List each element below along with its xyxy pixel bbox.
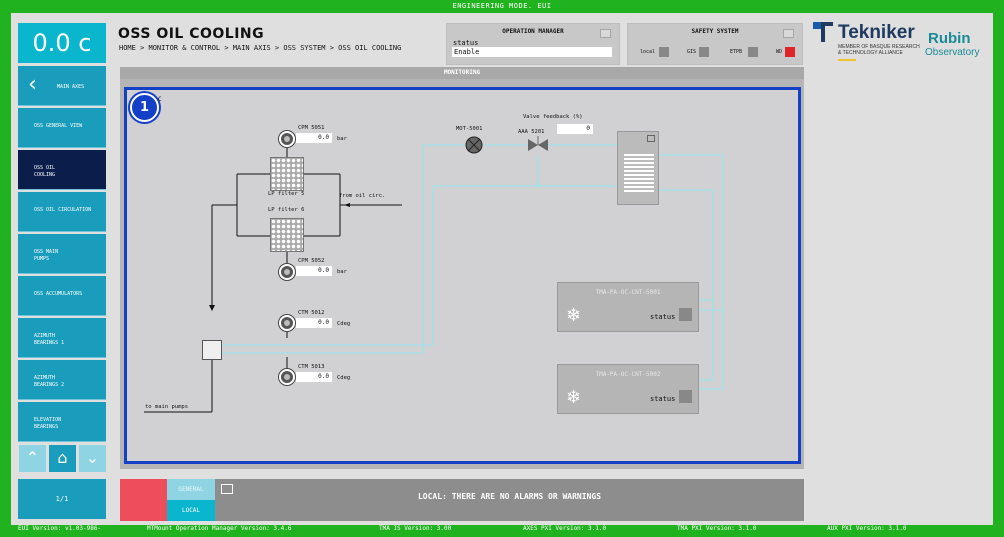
- piping-diagram: [144, 136, 724, 413]
- temperature-gauge-icon: [279, 369, 295, 385]
- lp-filter-5-icon: [270, 157, 304, 191]
- tab-general[interactable]: GENERAL: [167, 479, 215, 500]
- ctm-5012-value: 0.0: [296, 318, 332, 328]
- heat-exchanger-icon: [624, 154, 654, 192]
- aux-pxi-version: AUX PXI Version: 3.1.0: [827, 525, 907, 532]
- axes-pxi-version: AXES PXI Version: 3.1.0: [523, 525, 607, 532]
- valve-icon: [528, 136, 548, 151]
- lp-filter-6-icon: [270, 218, 304, 252]
- heat-exchanger-small-icon: [202, 340, 222, 360]
- cpm-5052-label: CPM 5052: [298, 258, 325, 264]
- to-main-pumps-label: to main pumps: [145, 404, 189, 410]
- eui-version: EUI Version: v1.03-986-: [18, 525, 102, 532]
- lp-filter-5-label: LP filter 5: [268, 191, 305, 197]
- cpm-5051-value: 0.0: [296, 133, 332, 143]
- motor-icon: [465, 136, 483, 154]
- flow-arrow-icon: [344, 203, 350, 207]
- temperature-gauge-icon: [279, 315, 295, 331]
- valve-label: AAA 5201: [518, 129, 545, 135]
- snowflake-icon: ❄: [566, 387, 582, 408]
- flow-arrow-icon: [536, 180, 540, 186]
- tab-local[interactable]: LOCAL: [167, 500, 215, 521]
- pressure-gauge-icon: [279, 131, 295, 147]
- flow-arrow-icon: [209, 305, 215, 311]
- motor-label: MOT-5001: [456, 126, 483, 132]
- chiller-status-indicator: [679, 390, 692, 403]
- corner-label: C: [158, 96, 162, 103]
- diagram-number-badge: 1: [130, 93, 159, 122]
- version-footer: EUI Version: v1.03-986- MTMount Operatio…: [0, 525, 1004, 537]
- ctm-5012-label: CTM 5012: [298, 310, 325, 316]
- snowflake-icon: ❄: [566, 305, 582, 326]
- mtmount-version: MTMount Operation Manager Version: 3.4.6: [147, 525, 292, 532]
- chiller-5001: TMA-PA-OC-CNT-5001 ❄ status: [557, 282, 699, 332]
- cpm-5051-label: CPM 5051: [298, 125, 325, 131]
- heat-exchanger: [617, 131, 659, 205]
- ctm-5013-unit: Cdeg: [337, 375, 351, 381]
- from-oil-circ-label: from oil circ.: [339, 193, 386, 199]
- cpm-5052-unit: bar: [337, 269, 347, 275]
- chiller-status-indicator: [679, 308, 692, 321]
- lp-filter-6-label: LP filter 6: [268, 207, 305, 213]
- tma-is-version: TMA IS Version: 3.00: [379, 525, 452, 532]
- valve-feedback-label: Valve feedback (%): [523, 114, 583, 120]
- cpm-5051-unit: bar: [337, 136, 347, 142]
- ctm-5013-label: CTM 5013: [298, 364, 325, 370]
- chiller-5002: TMA-PA-OC-CNT-5002 ❄ status: [557, 364, 699, 414]
- acknowledge-icon[interactable]: [221, 484, 233, 494]
- settings-icon[interactable]: [647, 135, 655, 142]
- chiller-status-label: status: [650, 395, 676, 403]
- alarm-message: LOCAL: THERE ARE NO ALARMS OR WARNINGS: [215, 479, 804, 521]
- tma-pxi-version: TMA PXI Version: 3.1.0: [677, 525, 757, 532]
- ctm-5012-unit: Cdeg: [337, 321, 351, 327]
- chiller-status-label: status: [650, 313, 676, 321]
- alarm-status-indicator: [120, 479, 167, 521]
- pressure-gauge-icon: [279, 264, 295, 280]
- chiller-name: TMA-PA-OC-CNT-5001: [595, 289, 661, 296]
- valve-feedback-value: 0: [557, 124, 593, 134]
- ctm-5013-value: 0.0: [296, 372, 332, 382]
- cpm-5052-value: 0.0: [296, 266, 332, 276]
- chiller-name: TMA-PA-OC-CNT-5002: [595, 371, 661, 378]
